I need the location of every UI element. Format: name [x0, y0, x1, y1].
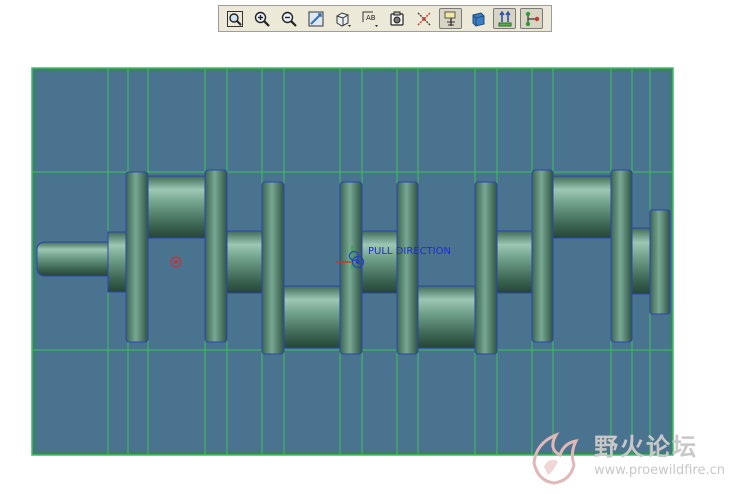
zoom-out-icon — [281, 11, 297, 27]
watermark-title: 野火论坛 — [594, 433, 698, 461]
layers-button[interactable] — [385, 8, 408, 29]
watermark-url: www.proewildfire.cn — [594, 463, 725, 478]
spin-center-button[interactable] — [520, 8, 543, 29]
site-watermark: 野火论坛 www.proewildfire.cn — [524, 423, 735, 490]
view-toolbar: AB — [218, 5, 552, 32]
datum-planes-icon — [417, 12, 430, 25]
saved-views-icon: AB — [362, 11, 378, 27]
pull-direction-label: PULL DIRECTION — [368, 246, 451, 257]
repaint-icon — [308, 11, 323, 26]
datum-points-icon — [472, 11, 484, 27]
spin-center-icon — [525, 11, 539, 26]
layers-icon — [389, 11, 404, 26]
refit-icon — [226, 10, 243, 27]
zoom-in-icon — [254, 11, 270, 27]
datum-planes-button[interactable] — [412, 8, 435, 29]
zoom-in-button[interactable] — [250, 8, 273, 29]
zoom-out-button[interactable] — [277, 8, 300, 29]
coordinate-systems-icon — [498, 10, 511, 26]
refit-button[interactable] — [223, 8, 246, 29]
coordinate-systems-button[interactable] — [493, 8, 516, 29]
view-orientation-button[interactable] — [331, 8, 354, 29]
saved-views-button[interactable]: AB — [358, 8, 381, 29]
repaint-button[interactable] — [304, 8, 327, 29]
datum-axes-icon — [444, 11, 455, 26]
view-orientation-icon — [336, 11, 351, 27]
datum-points-button[interactable] — [466, 8, 489, 29]
datum-axes-button[interactable] — [439, 8, 462, 29]
saved-views-label: AB — [366, 14, 376, 22]
flame-logo-icon — [532, 432, 579, 485]
